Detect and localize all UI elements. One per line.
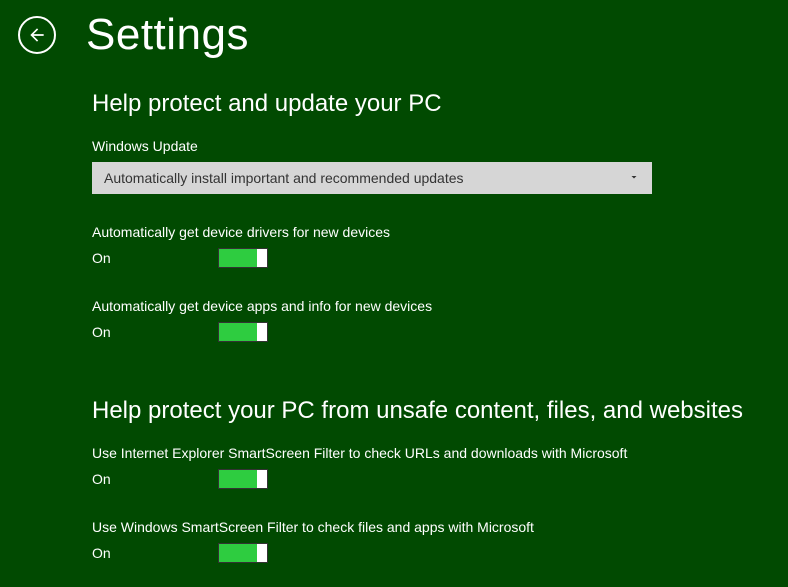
device-drivers-toggle-row: On — [92, 248, 788, 268]
page-title: Settings — [86, 10, 249, 60]
chevron-down-icon — [628, 170, 640, 186]
device-drivers-state: On — [92, 250, 112, 266]
device-apps-state: On — [92, 324, 112, 340]
ie-smartscreen-state: On — [92, 471, 112, 487]
device-apps-toggle[interactable] — [218, 322, 268, 342]
arrow-left-icon — [27, 25, 47, 45]
ie-smartscreen-toggle-row: On — [92, 469, 788, 489]
device-apps-group: Automatically get device apps and info f… — [92, 298, 788, 342]
device-drivers-toggle[interactable] — [218, 248, 268, 268]
win-smartscreen-toggle[interactable] — [218, 543, 268, 563]
ie-smartscreen-label: Use Internet Explorer SmartScreen Filter… — [92, 445, 788, 461]
windows-update-group: Windows Update Automatically install imp… — [92, 138, 788, 194]
win-smartscreen-label: Use Windows SmartScreen Filter to check … — [92, 519, 788, 535]
header: Settings — [0, 0, 788, 60]
content-area: Help protect and update your PC Windows … — [0, 60, 788, 563]
device-apps-label: Automatically get device apps and info f… — [92, 298, 788, 314]
win-smartscreen-toggle-row: On — [92, 543, 788, 563]
windows-update-label: Windows Update — [92, 138, 788, 154]
win-smartscreen-state: On — [92, 545, 112, 561]
back-button[interactable] — [18, 16, 56, 54]
ie-smartscreen-toggle[interactable] — [218, 469, 268, 489]
section-heading-update: Help protect and update your PC — [92, 90, 788, 118]
windows-update-dropdown[interactable]: Automatically install important and reco… — [92, 162, 652, 194]
device-apps-toggle-row: On — [92, 322, 788, 342]
device-drivers-label: Automatically get device drivers for new… — [92, 224, 788, 240]
device-drivers-group: Automatically get device drivers for new… — [92, 224, 788, 268]
section-heading-protect: Help protect your PC from unsafe content… — [92, 397, 788, 425]
ie-smartscreen-group: Use Internet Explorer SmartScreen Filter… — [92, 445, 788, 489]
win-smartscreen-group: Use Windows SmartScreen Filter to check … — [92, 519, 788, 563]
section-update: Help protect and update your PC Windows … — [92, 90, 788, 342]
section-protect: Help protect your PC from unsafe content… — [92, 397, 788, 563]
dropdown-selected-text: Automatically install important and reco… — [104, 170, 628, 186]
